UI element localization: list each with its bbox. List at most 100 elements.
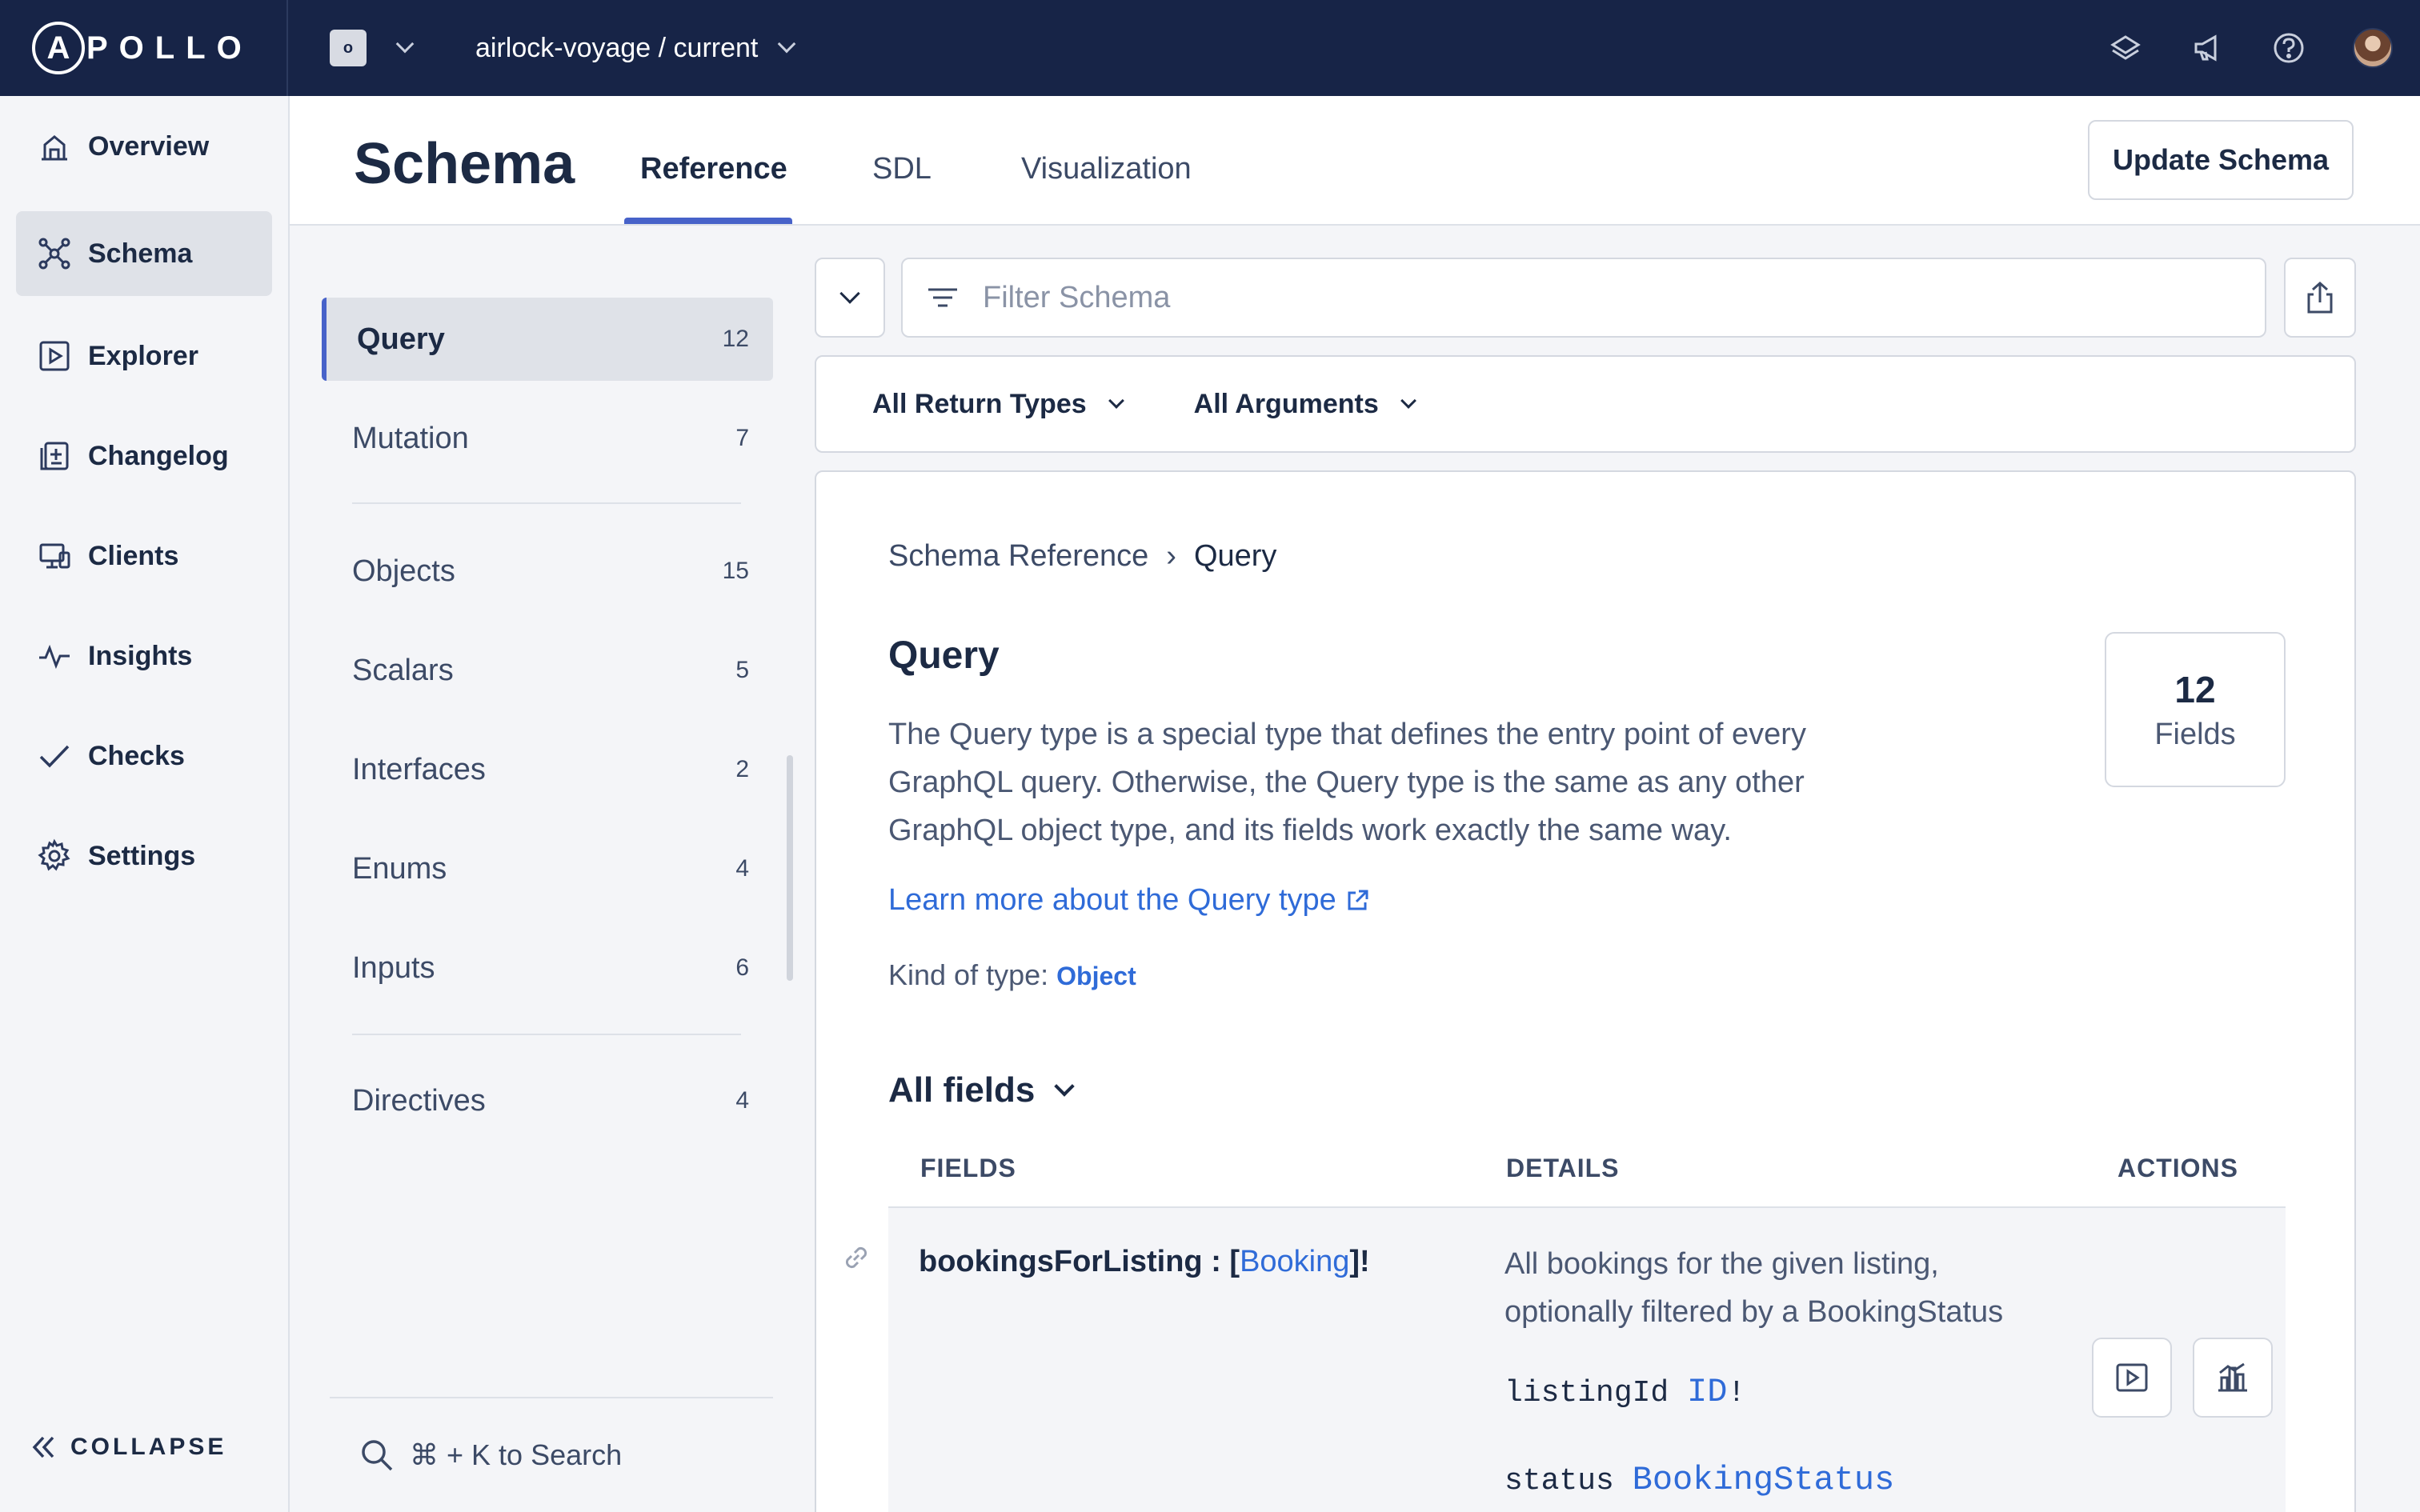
help-icon[interactable]	[2271, 30, 2306, 66]
type-name: Directives	[352, 1083, 486, 1118]
field-name: bookingsForListing : [	[919, 1245, 1240, 1278]
sidebar-item-explorer[interactable]: Explorer	[16, 314, 272, 398]
type-item-scalars[interactable]: Scalars 5	[322, 629, 773, 712]
type-name: Interfaces	[352, 752, 486, 786]
breadcrumb: Schema Reference › Query	[888, 539, 1276, 574]
sidebar-item-checks[interactable]: Checks	[16, 714, 272, 798]
learn-more-label: Learn more about the Query type	[888, 883, 1336, 917]
filter-schema-input[interactable]	[983, 280, 2183, 315]
sidebar-item-label: Schema	[88, 238, 193, 269]
kind-of-type: Kind of type: Object	[888, 958, 1136, 992]
dropdown-label: All Return Types	[872, 388, 1087, 419]
kind-value[interactable]: Object	[1056, 962, 1136, 990]
type-count: 5	[735, 657, 749, 683]
column-header-details: DETAILS	[1506, 1154, 1620, 1182]
logo-ring: A	[32, 22, 85, 74]
tab-visualization[interactable]: Visualization	[1021, 152, 1192, 226]
type-item-directives[interactable]: Directives 4	[322, 1059, 773, 1142]
update-schema-button[interactable]: Update Schema	[2088, 120, 2354, 200]
chevron-down-icon	[839, 283, 860, 304]
argument-type-link[interactable]: BookingStatus	[1633, 1461, 1895, 1499]
sidebar-item-label: Insights	[88, 640, 193, 671]
type-count: 4	[735, 1087, 749, 1114]
collapse-button[interactable]: COLLAPSE	[30, 1434, 226, 1461]
type-count: 12	[722, 326, 749, 352]
sidebar-item-label: Explorer	[88, 340, 198, 371]
breadcrumb-root[interactable]: Schema Reference	[888, 539, 1148, 574]
page-header: Schema Reference SDL Visualization Updat…	[290, 96, 2420, 226]
all-fields-label: All fields	[888, 1070, 1036, 1110]
sidebar-item-label: Clients	[88, 540, 179, 571]
filter-icon	[928, 288, 957, 307]
tab-sdl[interactable]: SDL	[872, 152, 932, 226]
sidebar-item-changelog[interactable]: Changelog	[16, 414, 272, 498]
explorer-icon	[37, 338, 72, 374]
type-detail-card: Schema Reference › Query Query The Query…	[815, 470, 2356, 1512]
field-insights-button[interactable]	[2193, 1338, 2273, 1418]
argument-name: status	[1504, 1464, 1614, 1498]
breadcrumb-separator: ›	[1166, 539, 1176, 573]
sidebar-item-label: Settings	[88, 840, 196, 871]
arguments-dropdown[interactable]: All Arguments	[1193, 388, 1416, 420]
collapse-toggle-button[interactable]	[815, 258, 885, 338]
layers-icon[interactable]	[2108, 30, 2143, 66]
org-badge[interactable]: o	[330, 30, 367, 66]
field-type-suffix: ]!	[1349, 1245, 1370, 1278]
dropdown-label: All Arguments	[1193, 388, 1379, 419]
divider	[352, 1034, 741, 1035]
return-types-dropdown[interactable]: All Return Types	[872, 388, 1124, 420]
argument-status: status BookingStatus	[1504, 1461, 1894, 1499]
top-icons	[2108, 0, 2420, 96]
avatar[interactable]	[2353, 28, 2393, 68]
type-name: Query	[357, 322, 445, 356]
run-in-explorer-button[interactable]	[2092, 1338, 2172, 1418]
gear-icon	[37, 838, 72, 874]
bar-chart-icon	[2218, 1362, 2247, 1392]
column-header-fields: FIELDS	[920, 1154, 1016, 1182]
column-header-actions: ACTIONS	[2118, 1154, 2238, 1182]
type-item-query[interactable]: Query 12	[322, 298, 773, 381]
chevron-down-icon[interactable]	[395, 34, 415, 54]
chevron-down-icon	[1400, 393, 1416, 409]
type-item-objects[interactable]: Objects 15	[322, 530, 773, 613]
type-item-mutation[interactable]: Mutation 7	[322, 397, 773, 480]
scrollbar-thumb[interactable]	[787, 755, 793, 981]
type-item-interfaces[interactable]: Interfaces 2	[322, 728, 773, 811]
keyboard-search-hint[interactable]: ⌘ + K to Search	[330, 1397, 773, 1512]
type-count: 6	[735, 954, 749, 981]
filter-schema-field[interactable]	[901, 258, 2266, 338]
checks-icon	[37, 738, 72, 774]
fields-count: 12	[2174, 668, 2216, 710]
logo-text: POLLO	[86, 30, 253, 66]
field-type-link[interactable]: Booking	[1240, 1245, 1349, 1278]
sidebar-item-schema[interactable]: Schema	[16, 211, 272, 296]
changelog-icon	[37, 438, 72, 474]
all-fields-dropdown[interactable]: All fields	[888, 1070, 1076, 1110]
sidebar-item-settings[interactable]: Settings	[16, 814, 272, 898]
insights-icon	[37, 638, 72, 674]
kind-label: Kind of type:	[888, 958, 1049, 991]
share-button[interactable]	[2284, 258, 2356, 338]
sidebar-item-clients[interactable]: Clients	[16, 514, 272, 598]
type-count: 7	[735, 425, 749, 451]
breadcrumb-current: Query	[1193, 539, 1277, 573]
type-count: 15	[722, 558, 749, 584]
megaphone-icon[interactable]	[2190, 30, 2225, 66]
apollo-logo[interactable]: A POLLO	[0, 0, 288, 96]
tab-reference[interactable]: Reference	[640, 152, 787, 226]
sidebar-item-insights[interactable]: Insights	[16, 614, 272, 698]
type-name: Objects	[352, 554, 455, 588]
play-icon	[2116, 1363, 2148, 1392]
learn-more-link[interactable]: Learn more about the Query type	[888, 883, 1370, 918]
graph-variant-selector[interactable]: airlock-voyage / current	[475, 33, 758, 64]
sidebar-item-overview[interactable]: Overview	[16, 104, 272, 189]
link-icon[interactable]	[839, 1240, 874, 1279]
field-description: All bookings for the given listing, opti…	[1504, 1247, 2004, 1329]
type-item-enums[interactable]: Enums 4	[322, 827, 773, 910]
chevron-down-icon[interactable]	[778, 34, 796, 54]
type-name: Enums	[352, 851, 447, 886]
search-icon	[362, 1440, 393, 1471]
type-item-inputs[interactable]: Inputs 6	[322, 926, 773, 1010]
fields-count-box: 12 Fields	[2105, 632, 2286, 787]
argument-type-link[interactable]: ID	[1687, 1373, 1727, 1411]
